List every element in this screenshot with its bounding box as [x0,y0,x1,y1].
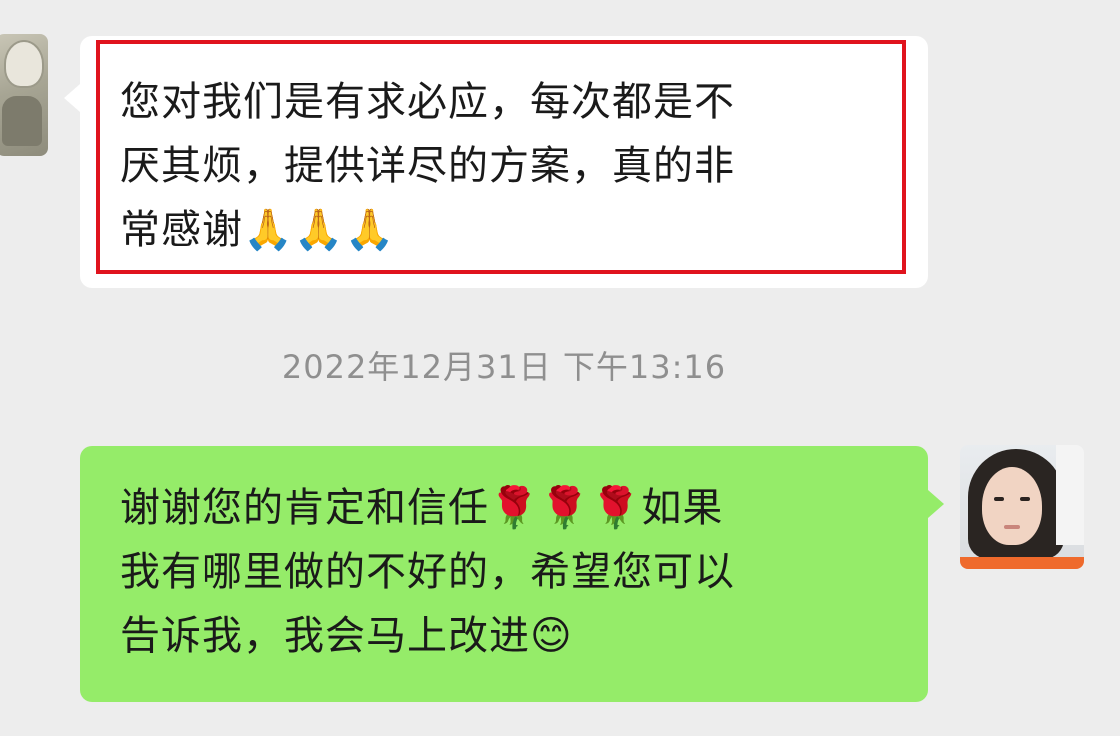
outgoing-message-bubble[interactable]: 谢谢您的肯定和信任🌹🌹🌹如果 我有哪里做的不好的，希望您可以 告诉我，我会马上改… [80,446,944,702]
avatar-mouth [1004,525,1020,529]
avatar-background-panel [1056,445,1084,545]
avatar-face [982,467,1042,545]
avatar-figure [6,42,42,86]
incoming-message-bubble[interactable]: 您对我们是有求必应，每次都是不 厌其烦，提供详尽的方案，真的非 常感谢🙏🙏🙏 [64,36,928,288]
outgoing-line-1: 谢谢您的肯定和信任🌹🌹🌹如果 [120,485,724,531]
incoming-line-1: 您对我们是有求必应，每次都是不 [120,79,735,125]
outgoing-avatar[interactable] [960,445,1084,569]
message-timestamp: 2022年12月31日 下午13:16 [281,348,727,386]
outgoing-line-2: 我有哪里做的不好的，希望您可以 [120,549,735,595]
avatar-eye-right [1020,497,1030,501]
incoming-message-text: 您对我们是有求必应，每次都是不 厌其烦，提供详尽的方案，真的非 常感谢🙏🙏🙏 [120,70,735,262]
incoming-line-3: 常感谢🙏🙏🙏 [120,207,396,253]
outgoing-line-3: 告诉我，我会马上改进😊 [120,613,573,659]
avatar-figure-body [2,96,42,146]
avatar-bottom-strip [960,557,1084,569]
incoming-line-2: 厌其烦，提供详尽的方案，真的非 [120,143,735,189]
avatar-eye-left [994,497,1004,501]
incoming-avatar[interactable] [0,34,48,156]
outgoing-message-text: 谢谢您的肯定和信任🌹🌹🌹如果 我有哪里做的不好的，希望您可以 告诉我，我会马上改… [120,476,735,668]
